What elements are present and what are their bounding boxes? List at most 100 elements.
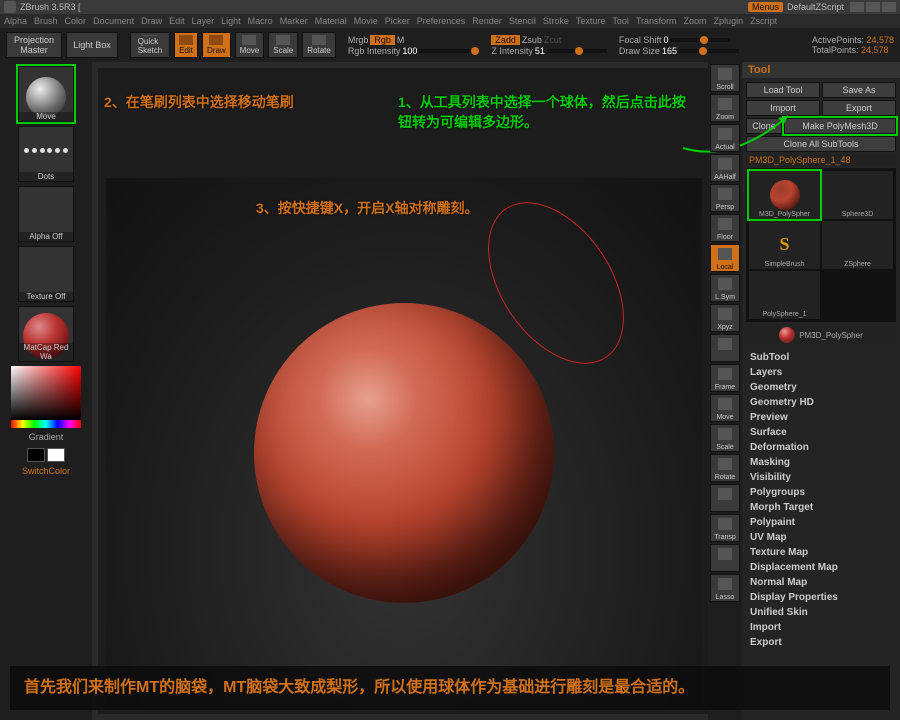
section-visibility[interactable]: Visibility: [742, 470, 900, 485]
mrgb-button[interactable]: Mrgb: [348, 35, 369, 45]
rgb-intensity-slider[interactable]: [419, 49, 479, 53]
menu-macro[interactable]: Macro: [248, 16, 273, 26]
menu-stroke[interactable]: Stroke: [543, 16, 569, 26]
shelf-scroll-button[interactable]: Scroll: [710, 64, 740, 92]
section-polygroups[interactable]: Polygroups: [742, 485, 900, 500]
section-import[interactable]: Import: [742, 620, 900, 635]
shelf-l.sym-button[interactable]: L.Sym: [710, 274, 740, 302]
shelf-local-button[interactable]: Local: [710, 244, 740, 272]
shelf-frame-button[interactable]: Frame: [710, 364, 740, 392]
window-close-icon[interactable]: [882, 2, 896, 12]
switchcolor-button[interactable]: SwitchColor: [4, 466, 88, 476]
gradient-label[interactable]: Gradient: [4, 432, 88, 442]
menu-edit[interactable]: Edit: [169, 16, 185, 26]
section-polypaint[interactable]: Polypaint: [742, 515, 900, 530]
document-canvas[interactable]: 3、按快捷键X，开启X轴对称雕刻。: [106, 178, 702, 708]
load-tool-button[interactable]: Load Tool: [746, 82, 820, 98]
zsub-button[interactable]: Zsub: [522, 35, 542, 45]
shelf-lasso-button[interactable]: Lasso: [710, 574, 740, 602]
menu-zplugin[interactable]: Zplugin: [714, 16, 744, 26]
section-export[interactable]: Export: [742, 635, 900, 650]
section-geometry-hd[interactable]: Geometry HD: [742, 395, 900, 410]
make-polymesh-button[interactable]: Make PolyMesh3D: [784, 118, 896, 134]
menu-layer[interactable]: Layer: [192, 16, 215, 26]
brush-thumb[interactable]: Move: [18, 66, 74, 122]
rotate-button[interactable]: Rotate: [302, 32, 336, 58]
import-button[interactable]: Import: [746, 100, 820, 116]
shelf-transp-button[interactable]: Transp: [710, 514, 740, 542]
edit-button[interactable]: Edit: [174, 32, 198, 58]
menu-zoom[interactable]: Zoom: [684, 16, 707, 26]
m-button[interactable]: M: [397, 35, 405, 45]
alpha-thumb[interactable]: Alpha Off: [18, 186, 74, 242]
section-geometry[interactable]: Geometry: [742, 380, 900, 395]
shelf-aahalf-button[interactable]: AAHalf: [710, 154, 740, 182]
section-texture-map[interactable]: Texture Map: [742, 545, 900, 560]
menu-texture[interactable]: Texture: [576, 16, 606, 26]
menu-transform[interactable]: Transform: [636, 16, 677, 26]
scale-button[interactable]: Scale: [268, 32, 298, 58]
window-min-icon[interactable]: [850, 2, 864, 12]
shelf-blank-button[interactable]: [710, 544, 740, 572]
section-uv-map[interactable]: UV Map: [742, 530, 900, 545]
section-morph-target[interactable]: Morph Target: [742, 500, 900, 515]
shelf-zoom-button[interactable]: Zoom: [710, 94, 740, 122]
swatch-black[interactable]: [27, 448, 45, 462]
tool-item-simplebrush[interactable]: SSimpleBrush: [749, 221, 820, 269]
section-displacement-map[interactable]: Displacement Map: [742, 560, 900, 575]
menu-light[interactable]: Light: [221, 16, 241, 26]
clone-all-subtools-button[interactable]: Clone All SubTools: [746, 136, 896, 152]
material-thumb[interactable]: MatCap Red Wa: [18, 306, 74, 362]
menu-marker[interactable]: Marker: [280, 16, 308, 26]
export-button[interactable]: Export: [822, 100, 896, 116]
menu-color[interactable]: Color: [65, 16, 87, 26]
section-display-properties[interactable]: Display Properties: [742, 590, 900, 605]
move-button[interactable]: Move: [235, 32, 265, 58]
texture-thumb[interactable]: Texture Off: [18, 246, 74, 302]
clone-button[interactable]: Clone: [746, 118, 782, 134]
section-surface[interactable]: Surface: [742, 425, 900, 440]
section-unified-skin[interactable]: Unified Skin: [742, 605, 900, 620]
hue-slider[interactable]: [11, 420, 81, 428]
shelf-scale-button[interactable]: Scale: [710, 424, 740, 452]
tool-item-sphere3d[interactable]: Sphere3D: [822, 171, 893, 219]
save-as-button[interactable]: Save As: [822, 82, 896, 98]
menu-stencil[interactable]: Stencil: [509, 16, 536, 26]
lightbox-button[interactable]: Light Box: [66, 32, 118, 58]
shelf-rotate-button[interactable]: Rotate: [710, 454, 740, 482]
menu-render[interactable]: Render: [472, 16, 502, 26]
section-deformation[interactable]: Deformation: [742, 440, 900, 455]
rgb-button[interactable]: Rgb: [370, 35, 395, 45]
shelf-xpyz-button[interactable]: Xpyz: [710, 304, 740, 332]
selected-tool-row[interactable]: PM3D_PolySpher: [746, 324, 896, 346]
z-intensity-slider[interactable]: [547, 49, 607, 53]
shelf-move-button[interactable]: Move: [710, 394, 740, 422]
section-normal-map[interactable]: Normal Map: [742, 575, 900, 590]
shelf-actual-button[interactable]: Actual: [710, 124, 740, 152]
swatch-white[interactable]: [47, 448, 65, 462]
projection-master-button[interactable]: Projection Master: [6, 32, 62, 58]
sculpt-sphere[interactable]: [254, 303, 554, 603]
window-max-icon[interactable]: [866, 2, 880, 12]
shelf-floor-button[interactable]: Floor: [710, 214, 740, 242]
color-picker[interactable]: [11, 366, 81, 420]
section-preview[interactable]: Preview: [742, 410, 900, 425]
quicksketch-button[interactable]: Quick Sketch: [130, 32, 170, 58]
focal-shift-slider[interactable]: [670, 38, 730, 42]
menu-draw[interactable]: Draw: [141, 16, 162, 26]
menu-tool[interactable]: Tool: [612, 16, 629, 26]
menu-material[interactable]: Material: [315, 16, 347, 26]
menu-alpha[interactable]: Alpha: [4, 16, 27, 26]
stroke-thumb[interactable]: Dots: [18, 126, 74, 182]
draw-size-slider[interactable]: [679, 49, 739, 53]
zadd-button[interactable]: Zadd: [491, 35, 520, 45]
tool-item-polysphere_1[interactable]: PolySphere_1: [749, 271, 820, 319]
section-masking[interactable]: Masking: [742, 455, 900, 470]
zscript-name[interactable]: DefaultZScript: [787, 2, 844, 12]
tool-item-zsphere[interactable]: ZSphere: [822, 221, 893, 269]
menu-picker[interactable]: Picker: [385, 16, 410, 26]
menus-pill[interactable]: Menus: [748, 2, 783, 12]
menu-brush[interactable]: Brush: [34, 16, 58, 26]
menu-movie[interactable]: Movie: [354, 16, 378, 26]
draw-button[interactable]: Draw: [202, 32, 231, 58]
